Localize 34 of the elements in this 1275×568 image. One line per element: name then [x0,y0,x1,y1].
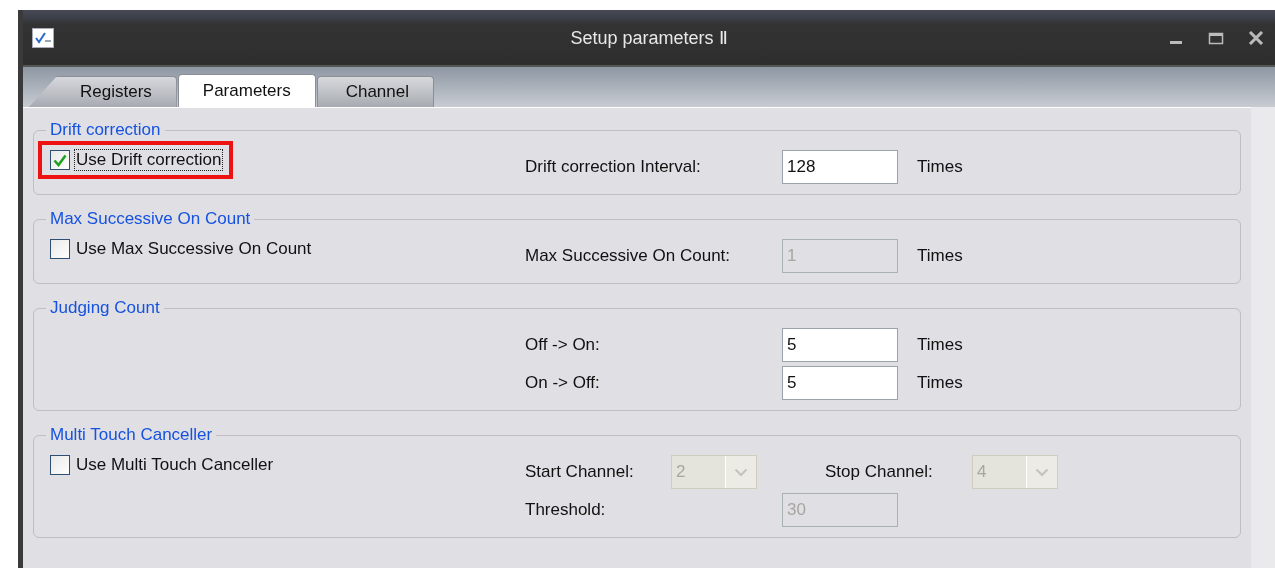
field-label: Off -> On: [525,335,601,355]
minimize-icon [1170,41,1182,44]
input-field[interactable]: 128 [782,150,898,184]
checkbox[interactable] [50,239,70,259]
checklist-icon [32,27,54,48]
input-field[interactable]: 5 [782,366,898,400]
field-label: Start Channel: [525,462,635,482]
chevron-down-icon [1035,467,1049,477]
tab[interactable]: Registers [29,76,177,107]
unit-label: Times [917,246,963,266]
unit-label: Times [917,157,963,177]
group-title: Max Successive On Count [49,209,252,229]
field-label: Threshold: [525,500,607,520]
checkbox[interactable] [50,150,70,170]
tab[interactable]: Parameters [177,74,316,107]
checkbox[interactable] [50,455,70,475]
input-field[interactable]: 5 [782,328,898,362]
close-icon [1248,30,1264,45]
checkbox-label[interactable]: Use Max Successive On Count [74,238,314,260]
group-title: Multi Touch Canceller [49,425,214,445]
group-title: Drift correction [49,120,162,140]
maximize-icon [1208,30,1224,45]
checkbox-label[interactable]: Use Drift correction [74,149,224,171]
group-title: Judging Count [49,298,161,318]
unit-label: Times [917,335,963,355]
checkbox-label[interactable]: Use Multi Touch Canceller [74,454,276,476]
unit-label: Times [917,373,963,393]
chevron-down-icon [734,467,748,477]
field-label: Drift correction Interval: [525,157,702,177]
field-label: Stop Channel: [825,462,934,482]
field-label: On -> Off: [525,373,601,393]
window-title: Setup parameters Ⅱ [570,28,728,48]
field-label: Max Successive On Count: [525,246,732,266]
tab[interactable]: Channel [316,76,434,107]
